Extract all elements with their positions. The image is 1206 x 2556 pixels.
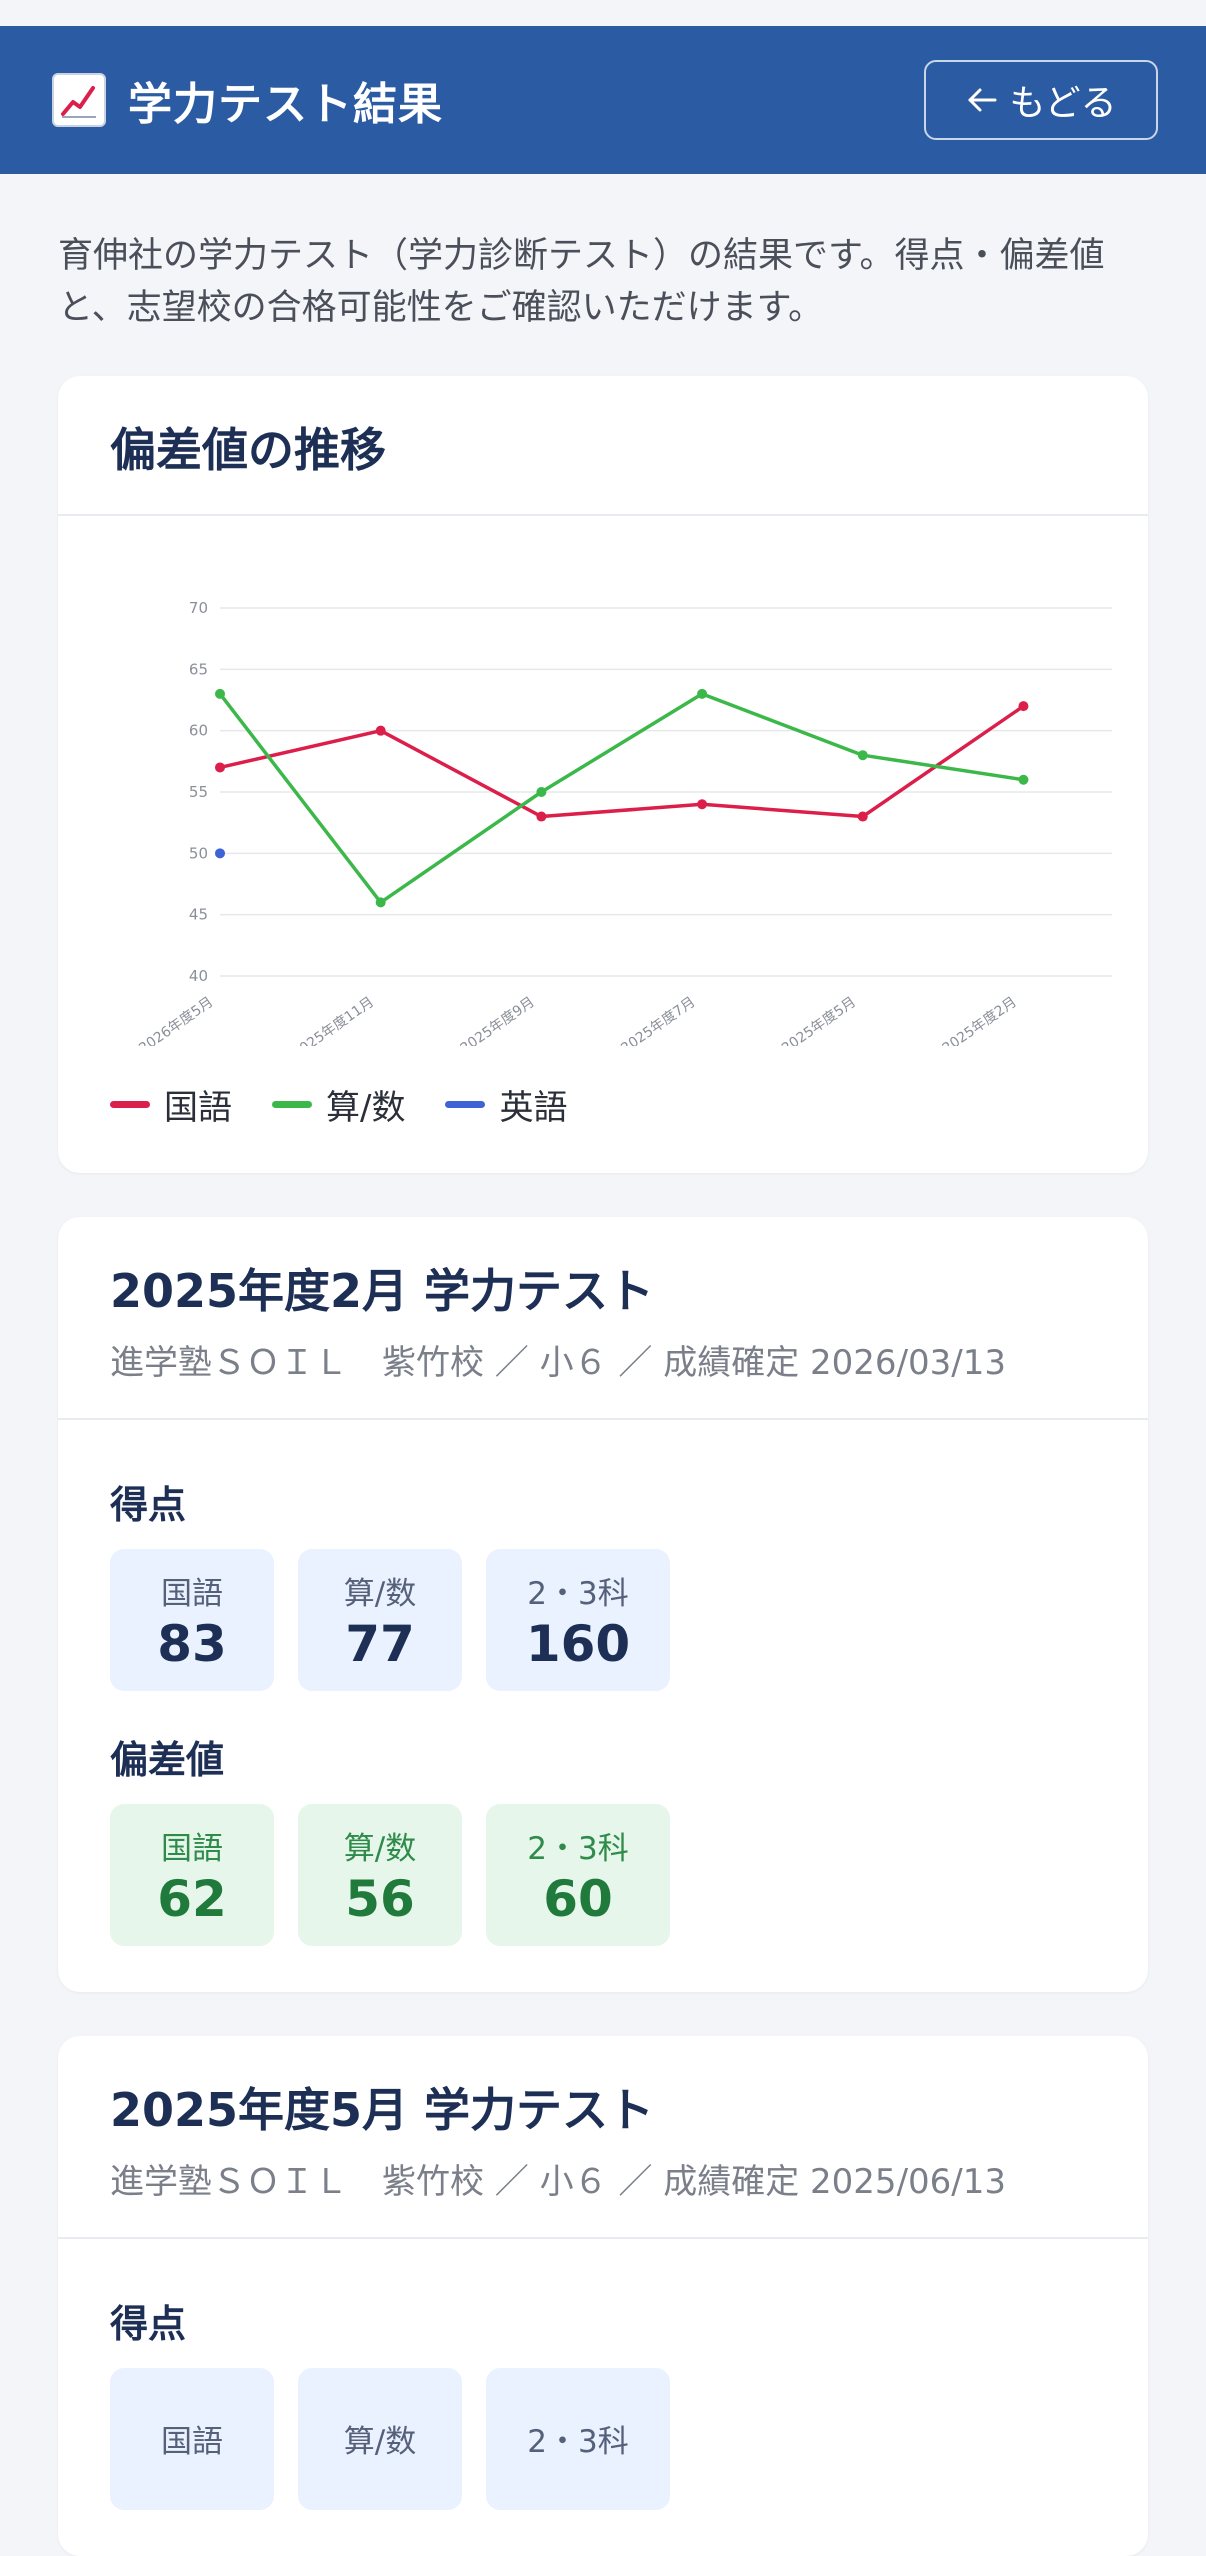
tile-label: 国語 xyxy=(161,1575,223,1612)
back-button-label: もどる xyxy=(1009,83,1117,124)
legend-label-eigo: 英語 xyxy=(499,1088,568,1128)
data-point[interactable] xyxy=(215,688,225,699)
score-tile-total: 2・3科 xyxy=(486,2368,670,2510)
chart-card-title: 偏差値の推移 xyxy=(110,423,386,477)
score-section-label: 得点 xyxy=(110,1483,187,1527)
legend-label-sansu: 算/数 xyxy=(326,1088,406,1128)
score-tiles: 国語 83 算/数 77 2・3科 160 xyxy=(110,1549,1096,1691)
test-title: 2025年度5月 学力テスト xyxy=(110,2083,655,2137)
tile-value: 160 xyxy=(525,1614,631,1673)
x-tick-label: 2025年度11月 xyxy=(290,994,377,1046)
tile-label: 算/数 xyxy=(343,2423,417,2460)
data-point[interactable] xyxy=(857,750,868,761)
data-point[interactable] xyxy=(375,897,386,908)
legend-swatch-eigo xyxy=(445,1101,486,1108)
data-point[interactable] xyxy=(697,688,708,699)
chart-increasing-icon xyxy=(52,73,106,127)
legend-swatch-sansu xyxy=(272,1101,312,1108)
tile-value: 77 xyxy=(345,1614,415,1673)
legend-item-eigo[interactable]: 英語 xyxy=(445,1080,567,1129)
data-point[interactable] xyxy=(1018,701,1029,712)
score-tile-kokugo: 国語 xyxy=(110,2368,274,2510)
tile-label: 2・3科 xyxy=(527,1830,629,1867)
data-point[interactable] xyxy=(536,787,547,797)
y-tick-label: 40 xyxy=(189,967,208,985)
tile-label: 2・3科 xyxy=(527,1575,629,1612)
tile-label: 2・3科 xyxy=(527,2423,629,2460)
chart-legend: 国語 算/数 英語 xyxy=(58,1070,1148,1173)
app-header: 学力テスト結果 もどる xyxy=(0,26,1206,174)
test-result-card: 2025年度5月 学力テスト 進学塾ＳＯＩＬ 紫竹校 ／ 小６ ／ 成績確定 2… xyxy=(58,2036,1148,2556)
score-tile-total: 2・3科 160 xyxy=(486,1549,670,1691)
series-line xyxy=(218,692,1024,905)
legend-item-kokugo[interactable]: 国語 xyxy=(110,1080,232,1129)
y-tick-label: 55 xyxy=(189,783,208,801)
deviation-tile-kokugo: 国語 62 xyxy=(110,1804,274,1946)
tile-value: 60 xyxy=(543,1869,613,1928)
tile-value: 62 xyxy=(157,1869,227,1928)
chart-area: 40 45 50 55 60 65 70 2026年度5月 2025年度11月 2025年度9月 2… xyxy=(58,516,1148,1070)
x-tick-label: 2025年度9月 xyxy=(458,994,538,1046)
test-card-header: 2025年度5月 学力テスト 進学塾ＳＯＩＬ 紫竹校 ／ 小６ ／ 成績確定 2… xyxy=(58,2036,1148,2239)
deviation-section-label: 偏差値 xyxy=(110,1738,225,1782)
y-tick-label: 65 xyxy=(189,660,208,678)
legend-swatch-kokugo xyxy=(110,1101,150,1108)
data-point[interactable] xyxy=(1018,774,1029,785)
test-subtitle: 進学塾ＳＯＩＬ 紫竹校 ／ 小６ ／ 成績確定 2026/03/13 xyxy=(110,1343,1007,1383)
deviation-line-chart: 40 45 50 55 60 65 70 2026年度5月 2025年度11月 2025年度9月 2… xyxy=(136,599,1148,1062)
tile-label: 国語 xyxy=(161,2423,223,2460)
score-section-label: 得点 xyxy=(110,2302,187,2346)
data-point[interactable] xyxy=(375,725,386,736)
header-title-group: 学力テスト結果 xyxy=(52,68,443,132)
deviation-tile-sansu: 算/数 56 xyxy=(298,1804,462,1946)
x-tick-label: 2026年度5月 xyxy=(136,994,216,1046)
score-tile-sansu: 算/数 77 xyxy=(298,1549,462,1691)
data-point[interactable] xyxy=(536,811,547,822)
score-tile-sansu: 算/数 xyxy=(298,2368,462,2510)
test-card-header: 2025年度2月 学力テスト 進学塾ＳＯＩＬ 紫竹校 ／ 小６ ／ 成績確定 2… xyxy=(58,1217,1148,1420)
test-subtitle: 進学塾ＳＯＩＬ 紫竹校 ／ 小６ ／ 成績確定 2025/06/13 xyxy=(110,2162,1007,2202)
data-point[interactable] xyxy=(215,762,225,773)
legend-label-kokugo: 国語 xyxy=(164,1088,232,1128)
y-tick-label: 70 xyxy=(189,599,208,617)
test-result-card: 2025年度2月 学力テスト 進学塾ＳＯＩＬ 紫竹校 ／ 小６ ／ 成績確定 2… xyxy=(58,1217,1148,1992)
score-tiles: 国語 算/数 2・3科 xyxy=(110,2368,1096,2510)
back-button[interactable]: もどる xyxy=(924,60,1158,140)
y-tick-label: 50 xyxy=(189,844,208,862)
status-bar-gap xyxy=(0,0,1206,26)
y-tick-label: 60 xyxy=(189,722,208,740)
intro-text: 育伸社の学力テスト（学力診断テスト）の結果です。得点・偏差値と、志望校の合格可能… xyxy=(58,236,1105,328)
deviation-tiles: 国語 62 算/数 56 2・3科 60 xyxy=(110,1804,1096,1946)
legend-item-sansu[interactable]: 算/数 xyxy=(272,1080,405,1129)
deviation-tile-total: 2・3科 60 xyxy=(486,1804,670,1946)
y-tick-label: 45 xyxy=(189,906,208,924)
tile-label: 国語 xyxy=(161,1830,223,1867)
chart-card-header: 偏差値の推移 xyxy=(58,376,1148,516)
tile-value: 56 xyxy=(345,1869,415,1928)
test-card-body: 得点 国語 83 算/数 77 2・3科 160 偏差値 国語 62 算/数 5… xyxy=(58,1420,1148,1992)
test-title: 2025年度2月 学力テスト xyxy=(110,1264,655,1318)
data-point[interactable] xyxy=(857,811,868,822)
deviation-chart-card: 偏差値の推移 40 45 50 55 60 65 70 2026年度5月 2025年度11月 20… xyxy=(58,376,1148,1173)
data-point[interactable] xyxy=(215,848,225,859)
score-tile-kokugo: 国語 83 xyxy=(110,1549,274,1691)
x-tick-label: 2025年度2月 xyxy=(940,994,1020,1046)
data-point[interactable] xyxy=(697,799,708,810)
tile-value: 83 xyxy=(157,1614,227,1673)
tile-label: 算/数 xyxy=(343,1830,417,1867)
test-card-body: 得点 国語 算/数 2・3科 xyxy=(58,2239,1148,2556)
x-tick-label: 2025年度5月 xyxy=(779,994,859,1046)
tile-label: 算/数 xyxy=(343,1575,417,1612)
page-title: 学力テスト結果 xyxy=(128,79,443,130)
x-tick-label: 2025年度7月 xyxy=(618,994,698,1046)
arrow-left-icon xyxy=(968,88,997,112)
